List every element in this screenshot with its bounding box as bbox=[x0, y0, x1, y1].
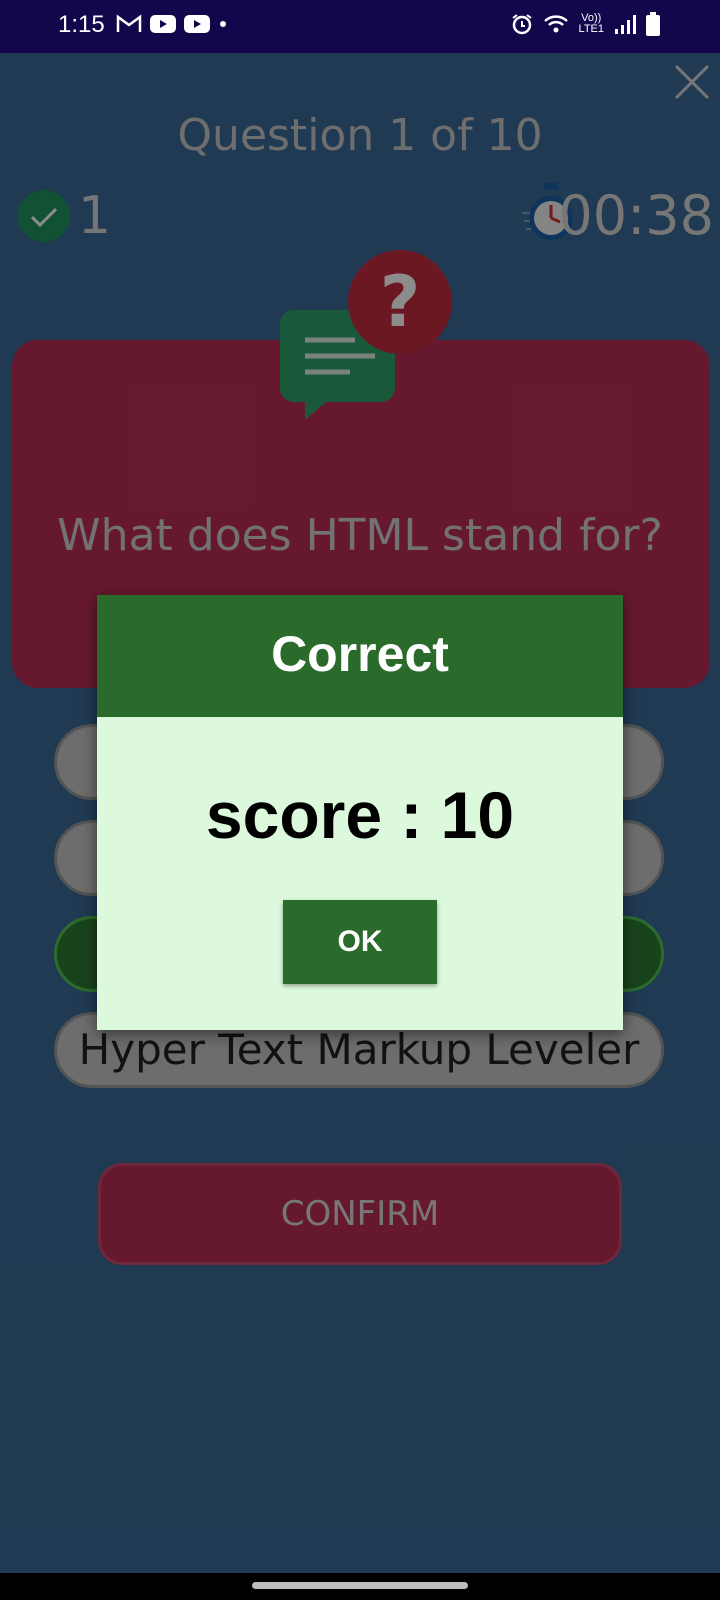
result-dialog: Correct score : 10 OK bbox=[97, 595, 623, 1030]
dialog-title: Correct bbox=[271, 626, 449, 682]
ok-button[interactable]: OK bbox=[283, 900, 437, 984]
status-time: 1:15 bbox=[58, 11, 105, 38]
dot-icon bbox=[220, 21, 226, 27]
system-icons: Vo)) LTE1 bbox=[511, 12, 660, 36]
youtube-icon bbox=[184, 15, 210, 33]
signal-icon bbox=[615, 15, 636, 34]
youtube-icon bbox=[150, 15, 176, 33]
volte-icon: Vo)) LTE1 bbox=[578, 12, 604, 35]
score-text: score : 10 bbox=[205, 778, 515, 852]
battery-icon bbox=[646, 12, 660, 36]
notification-icons bbox=[116, 14, 228, 34]
home-gesture-handle[interactable] bbox=[252, 1582, 468, 1589]
alarm-icon bbox=[511, 14, 532, 35]
dialog-header: Correct bbox=[97, 595, 623, 717]
status-bar: 1:15 Vo)) LTE1 bbox=[0, 0, 720, 53]
wifi-icon bbox=[543, 15, 568, 33]
gmail-icon bbox=[116, 14, 142, 32]
